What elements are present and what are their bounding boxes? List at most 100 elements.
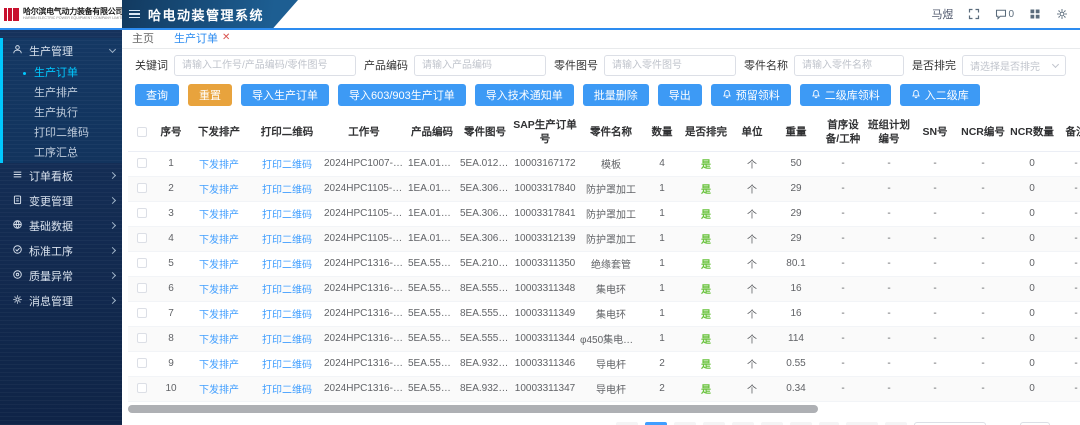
dispatch-link[interactable]: 下发排产 [199, 185, 239, 196]
import-production-order-button[interactable]: 导入生产订单 [241, 84, 329, 106]
is-scheduled-select[interactable]: 请选择是否排完 [962, 55, 1066, 76]
into-secondary-store-button[interactable]: 入二级库 [900, 84, 980, 106]
cell-plan_no: - [866, 326, 912, 351]
cell-part_name: 导电杆 [578, 376, 644, 401]
row-checkbox[interactable] [137, 358, 147, 368]
cell-dispatch: 下发排产 [186, 176, 252, 201]
sidebar-item-production-scheduling[interactable]: 生产排产 [3, 83, 122, 103]
button-label: 预留领料 [736, 87, 780, 103]
next-page-button[interactable]: › [885, 422, 907, 425]
reset-button[interactable]: 重置 [188, 84, 232, 106]
sidebar-item-production-orders[interactable]: 生产订单 [3, 63, 122, 83]
page-button-1[interactable]: 1 [645, 422, 667, 425]
print-qrcode-link[interactable]: 打印二维码 [262, 385, 312, 396]
sidebar-item-standard-process[interactable]: 标准工序 [3, 238, 122, 263]
select-all-checkbox[interactable] [137, 127, 147, 137]
tab-home[interactable]: 主页 [132, 30, 154, 46]
search-button[interactable]: 查询 [135, 84, 179, 106]
reserve-picking-button[interactable]: 预留领料 [711, 84, 791, 106]
page-button-3[interactable]: 3 [703, 422, 725, 425]
page-button-2[interactable]: 2 [674, 422, 696, 425]
row-checkbox[interactable] [137, 308, 147, 318]
row-checkbox[interactable] [137, 233, 147, 243]
print-qrcode-link[interactable]: 打印二维码 [262, 310, 312, 321]
username[interactable]: 马煜 [931, 6, 953, 22]
dispatch-link[interactable]: 下发排产 [199, 335, 239, 346]
cell-qty: 1 [644, 301, 680, 326]
cell-first_device: - [820, 351, 866, 376]
dispatch-link[interactable]: 下发排产 [199, 260, 239, 271]
settings-gear-icon[interactable] [1056, 8, 1068, 20]
cell-sn: - [912, 351, 958, 376]
print-qrcode-link[interactable]: 打印二维码 [262, 260, 312, 271]
chevron-down-icon [109, 46, 116, 53]
import-tech-notice-button[interactable]: 导入技术通知单 [475, 84, 574, 106]
print-qrcode-link[interactable]: 打印二维码 [262, 285, 312, 296]
page-button-4[interactable]: 4 [732, 422, 754, 425]
sidebar-item-process-summary[interactable]: 工序汇总 [3, 143, 122, 163]
close-icon[interactable]: ✕ [222, 33, 230, 43]
page-button-5[interactable]: 5 [761, 422, 783, 425]
cell-print: 打印二维码 [252, 226, 322, 251]
export-button[interactable]: 导出 [658, 84, 702, 106]
print-qrcode-link[interactable]: 打印二维码 [262, 160, 312, 171]
sidebar-item-quality-exception[interactable]: 质量异常 [3, 263, 122, 288]
fullscreen-icon[interactable] [968, 8, 980, 20]
cell-qty: 4 [644, 151, 680, 176]
column-header-qty: 数量 [644, 113, 680, 151]
horizontal-scrollbar-track [128, 405, 1074, 413]
sidebar-item-print-qrcode[interactable]: 打印二维码 [3, 123, 122, 143]
menu-collapse-icon[interactable] [129, 10, 140, 19]
batch-delete-button[interactable]: 批量删除 [583, 84, 649, 106]
main-content: 主页生产订单✕ 关键词产品编码零件图号零件名称是否排完请选择是否排完 查询重置导… [122, 30, 1080, 425]
cell-ncr_no: - [958, 276, 1008, 301]
dispatch-link[interactable]: 下发排产 [199, 235, 239, 246]
dispatch-link[interactable]: 下发排产 [199, 160, 239, 171]
sidebar-item-production-execution[interactable]: 生产执行 [3, 103, 122, 123]
cell-print: 打印二维码 [252, 326, 322, 351]
table-header-row: 序号下发排产打印二维码工作号产品编码零件图号SAP生产订单号零件名称数量是否排完… [128, 113, 1080, 151]
tab-production-orders[interactable]: 生产订单✕ [174, 30, 230, 46]
column-header-ncr_no: NCR编号 [958, 113, 1008, 151]
message-icon[interactable]: 0 [995, 8, 1014, 20]
column-header-first_device: 首序设备/工种 [820, 113, 866, 151]
company-name-en: HARBIN ELECTRIC POWER EQUIPMENT COMPANY … [23, 16, 126, 20]
row-checkbox[interactable] [137, 208, 147, 218]
row-checkbox[interactable] [137, 183, 147, 193]
row-checkbox[interactable] [137, 283, 147, 293]
title-band: 哈电动装管理系统 [122, 0, 298, 28]
secondary-store-picking-button[interactable]: 二级库领料 [800, 84, 891, 106]
orders-table-wrap: 序号下发排产打印二维码工作号产品编码零件图号SAP生产订单号零件名称数量是否排完… [128, 113, 1080, 402]
sidebar-item-change-management[interactable]: 变更管理 [3, 188, 122, 213]
row-checkbox[interactable] [137, 383, 147, 393]
part-drawing-no-input[interactable] [604, 55, 736, 76]
product-code-input[interactable] [414, 55, 546, 76]
row-checkbox[interactable] [137, 158, 147, 168]
print-qrcode-link[interactable]: 打印二维码 [262, 185, 312, 196]
row-checkbox[interactable] [137, 333, 147, 343]
sidebar-item-message-management[interactable]: 消息管理 [3, 288, 122, 313]
import-603-903-order-button[interactable]: 导入603/903生产订单 [338, 84, 466, 106]
row-checkbox[interactable] [137, 258, 147, 268]
keyword-input[interactable] [174, 55, 356, 76]
part-name-input[interactable] [794, 55, 904, 76]
page-button-6[interactable]: 6 [790, 422, 812, 425]
dispatch-link[interactable]: 下发排产 [199, 385, 239, 396]
dispatch-link[interactable]: 下发排产 [199, 310, 239, 321]
print-qrcode-link[interactable]: 打印二维码 [262, 335, 312, 346]
apps-grid-icon[interactable] [1029, 8, 1041, 20]
print-qrcode-link[interactable]: 打印二维码 [262, 235, 312, 246]
print-qrcode-link[interactable]: 打印二维码 [262, 210, 312, 221]
prev-page-button[interactable]: ‹ [616, 422, 638, 425]
page-size-select[interactable]: 10条/页 [914, 422, 986, 425]
dispatch-link[interactable]: 下发排产 [199, 210, 239, 221]
print-qrcode-link[interactable]: 打印二维码 [262, 360, 312, 371]
dispatch-link[interactable]: 下发排产 [199, 285, 239, 296]
sidebar-item-order-board[interactable]: 订单看板 [3, 163, 122, 188]
sidebar-item-production-management[interactable]: 生产管理 [3, 38, 122, 63]
page-button-3699[interactable]: 3699 [846, 422, 878, 425]
horizontal-scrollbar[interactable] [128, 405, 818, 413]
dispatch-link[interactable]: 下发排产 [199, 360, 239, 371]
sidebar-item-basic-data[interactable]: 基础数据 [3, 213, 122, 238]
cell-checkbox [128, 176, 156, 201]
